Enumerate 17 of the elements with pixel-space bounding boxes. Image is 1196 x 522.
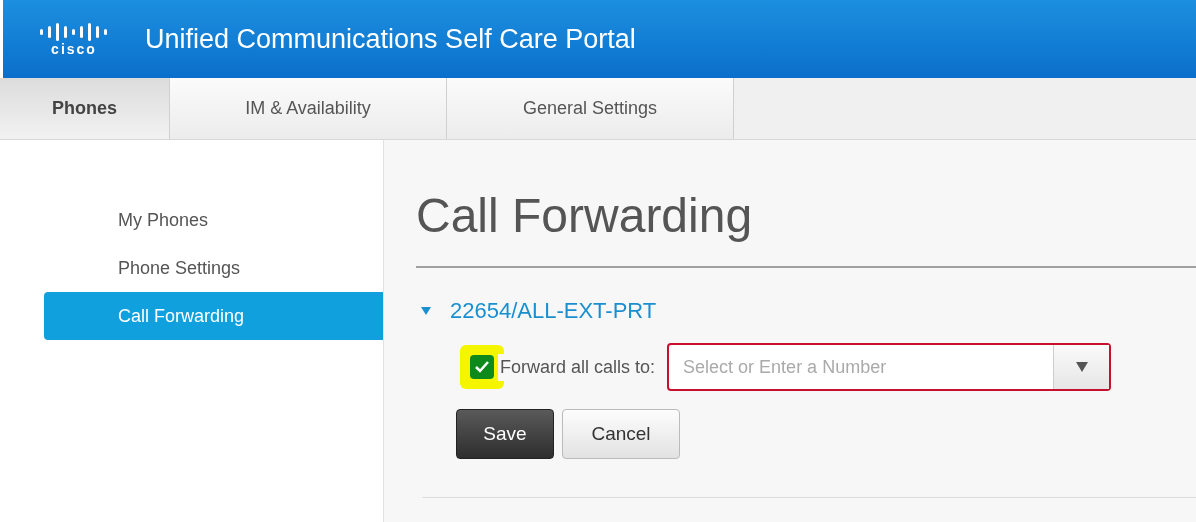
- logo-text: cisco: [51, 42, 97, 56]
- nav-tab[interactable]: General Settings: [447, 78, 734, 139]
- portal-title: Unified Communications Self Care Portal: [145, 22, 636, 56]
- sidebar-item[interactable]: My Phones: [44, 196, 383, 244]
- nav-tab[interactable]: IM & Availability: [170, 78, 447, 139]
- number-combo-field[interactable]: Select or Enter a Number: [667, 343, 1112, 391]
- checkbox[interactable]: [470, 355, 494, 379]
- cancel-button[interactable]: Cancel: [562, 409, 680, 459]
- checkmark-icon: [474, 360, 490, 374]
- forward-all-label: Forward all calls to:: [498, 353, 656, 381]
- save-button[interactable]: Save: [456, 409, 554, 459]
- page-title: Call Forwarding: [416, 180, 1196, 268]
- number-input-field[interactable]: Select or Enter a Number: [669, 345, 1054, 389]
- sidebar-item[interactable]: Phone Settings: [44, 244, 383, 292]
- dropdown-caret-icon[interactable]: [1075, 362, 1088, 372]
- expand-triangle-icon[interactable]: [420, 305, 432, 316]
- nav-tab[interactable]: Phones: [0, 78, 170, 139]
